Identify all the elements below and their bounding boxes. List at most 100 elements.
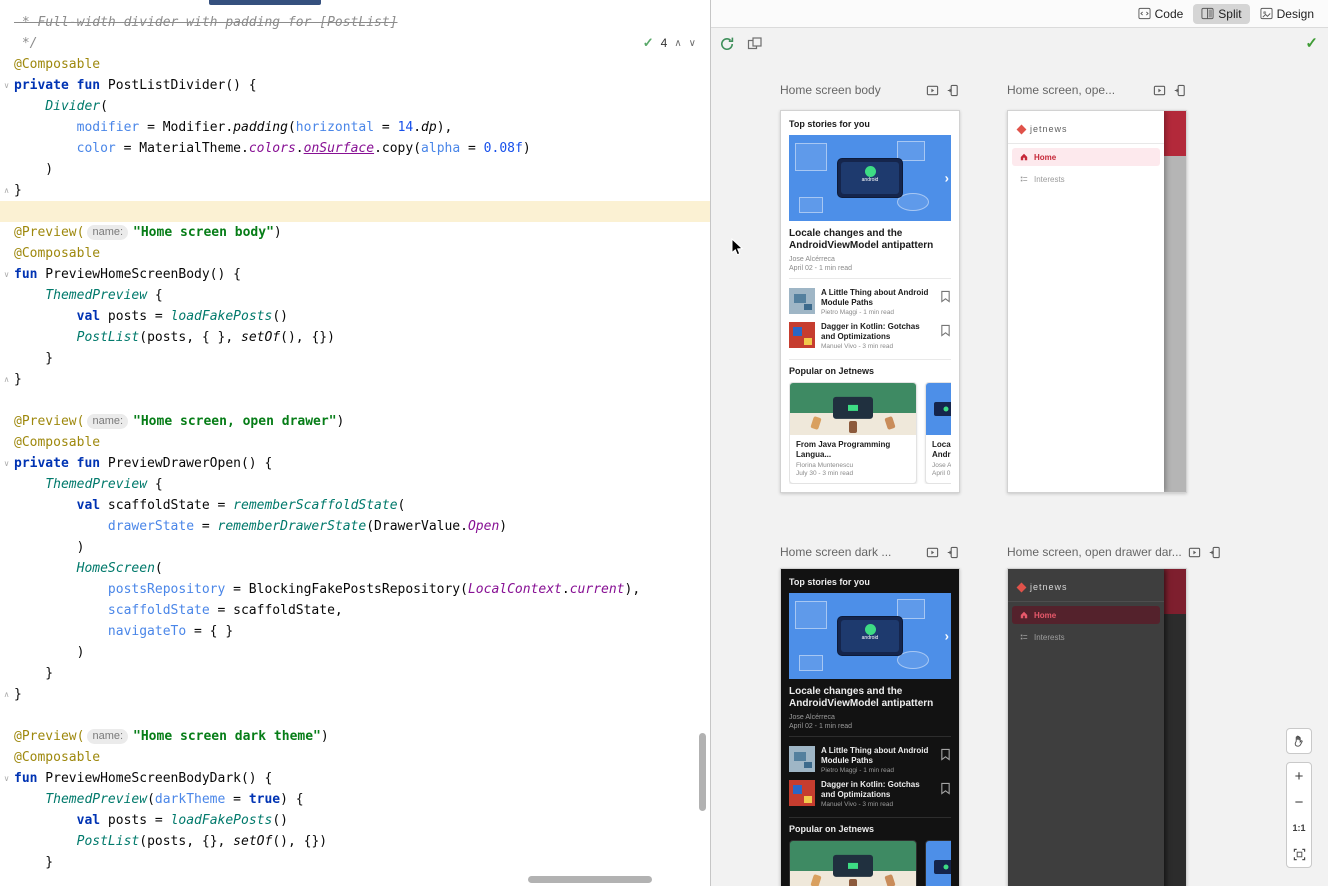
preview-card-title: Home screen, open drawer dar... [1007,545,1182,559]
inspections-ok-icon: ✓ [643,35,654,51]
drawer-sheet: jetnews Home Interests [1008,569,1164,886]
deploy-to-device-icon[interactable] [1174,84,1187,97]
gutter-row [0,285,13,306]
code-line: val posts = loadFakePosts() [14,810,710,831]
code-line: } [14,348,710,369]
drawer-item-home: Home [1012,606,1160,624]
hero-post-image: android › [789,593,951,679]
carousel-next-icon: › [945,171,949,186]
code-line: modifier = Modifier.padding(horizontal =… [14,117,710,138]
preview-card-drawer-dark[interactable]: jetnews Home Interests [1007,568,1187,886]
deploy-to-device-icon[interactable] [1209,546,1222,559]
code-line [14,705,710,726]
interactive-mode-icon[interactable] [926,84,939,97]
jetnews-logo: jetnews [1008,569,1164,601]
android-logo [865,624,876,635]
view-mode-design-button[interactable]: Design [1252,4,1322,24]
gutter-row [0,243,13,264]
interactive-mode-icon[interactable] [926,546,939,559]
fold-toggle-icon[interactable]: ∧ [0,684,13,705]
bookmark-icon [940,782,951,795]
preview-card-header-1: Home screen body [780,82,960,98]
view-mode-bar: Code Split Design [711,0,1328,28]
bookmark-icon [940,324,951,337]
gutter-row [0,831,13,852]
view-mode-split-button[interactable]: Split [1193,4,1249,24]
drawer-sheet: jetnews Home Interests [1008,111,1164,492]
deploy-to-device-icon[interactable] [947,84,960,97]
code-line: ThemedPreview(darkTheme = true) { [14,789,710,810]
popular-card-image [790,383,916,435]
code-line: fun PreviewHomeScreenBody() { [14,264,710,285]
drawer-item-interests: Interests [1012,170,1160,188]
post-thumbnail [789,780,815,806]
split-view-icon [1201,7,1214,20]
editor-horizontal-scrollbar[interactable] [528,876,652,883]
android-phone-illustration: android [837,616,903,656]
jetnews-logo: jetnews [1008,111,1164,143]
gutter-row [0,96,13,117]
pan-button[interactable] [1286,728,1312,754]
editor-vertical-scrollbar[interactable] [699,733,706,811]
code-view-icon [1138,7,1151,20]
view-mode-code-button[interactable]: Code [1130,4,1192,24]
editor-tab-indicator[interactable] [209,0,321,5]
zoom-out-button[interactable]: − [1287,789,1311,815]
deploy-to-device-icon[interactable] [947,546,960,559]
code-line: ) [14,159,710,180]
post-row: A Little Thing about Android Module Path… [789,743,951,777]
fold-toggle-icon[interactable]: ∨ [0,75,13,96]
interactive-mode-icon[interactable] [1153,84,1166,97]
code-line: PostList(posts, { }, setOf(), {}) [14,327,710,348]
build-refresh-icon[interactable] [719,36,735,52]
preview-card-title: Home screen, ope... [1007,83,1147,97]
code-editor[interactable]: ∨∧∨∧∨∧∨ * Full-width divider with paddin… [0,0,710,886]
post-row: Dagger in Kotlin: Gotchas and Optimizati… [789,777,951,811]
preview-card-drawer-light[interactable]: jetnews Home Interests [1007,110,1187,493]
code-line: @Preview(name:"Home screen dark theme") [14,726,710,747]
fold-toggle-icon[interactable]: ∧ [0,369,13,390]
popular-card-image [926,841,951,886]
gutter-row [0,600,13,621]
popular-cards-row: From Java Programming Langua... Florina … [789,382,951,484]
home-icon [1020,153,1028,161]
post-thumbnail [789,322,815,348]
gutter-row [0,117,13,138]
prev-issue-icon[interactable]: ∧ [674,38,681,49]
preview-layout-icon[interactable] [747,36,763,52]
code-line: postsRepository = BlockingFakePostsRepos… [14,579,710,600]
gutter-row [0,495,13,516]
code-line: } [14,852,710,873]
android-phone-illustration: android [837,158,903,198]
section-header: Top stories for you [789,119,951,129]
bookmark-icon [940,748,951,761]
zoom-in-button[interactable]: + [1287,763,1311,789]
interactive-mode-icon[interactable] [1188,546,1201,559]
inspections-widget[interactable]: ✓4 ∧ ∨ [643,35,696,51]
design-view-icon [1260,7,1273,20]
zoom-controls: + − 1:1 [1286,762,1312,868]
preview-card-home-light[interactable]: Top stories for you android › Locale cha… [780,110,960,493]
fold-toggle-icon[interactable]: ∨ [0,264,13,285]
preview-card-home-dark[interactable]: Top stories for you android › Locale cha… [780,568,960,886]
popular-card: From Java Programming Langua... Florina … [789,840,917,886]
drawer-item-home: Home [1012,148,1160,166]
code-line: private fun PostListDivider() { [14,75,710,96]
gutter-row [0,726,13,747]
jetnews-home-preview-dark: Top stories for you android › Locale cha… [781,569,959,886]
fold-toggle-icon[interactable]: ∧ [0,180,13,201]
zoom-actual-size-button[interactable]: 1:1 [1287,815,1311,841]
app-bar-strip [1164,111,1186,156]
next-issue-icon[interactable]: ∨ [689,38,696,49]
code-line: @Composable [14,432,710,453]
preview-card-title: Home screen body [780,83,920,97]
fold-toggle-icon[interactable]: ∨ [0,768,13,789]
zoom-to-fit-button[interactable] [1287,841,1311,867]
fold-toggle-icon[interactable]: ∨ [0,453,13,474]
code-line: Divider( [14,96,710,117]
jetnews-home-preview: Top stories for you android › Locale cha… [781,111,959,492]
code-line: @Preview(name:"Home screen, open drawer"… [14,411,710,432]
gutter-row [0,663,13,684]
code-line: color = MaterialTheme.colors.onSurface.c… [14,138,710,159]
view-mode-split-label: Split [1218,7,1241,21]
